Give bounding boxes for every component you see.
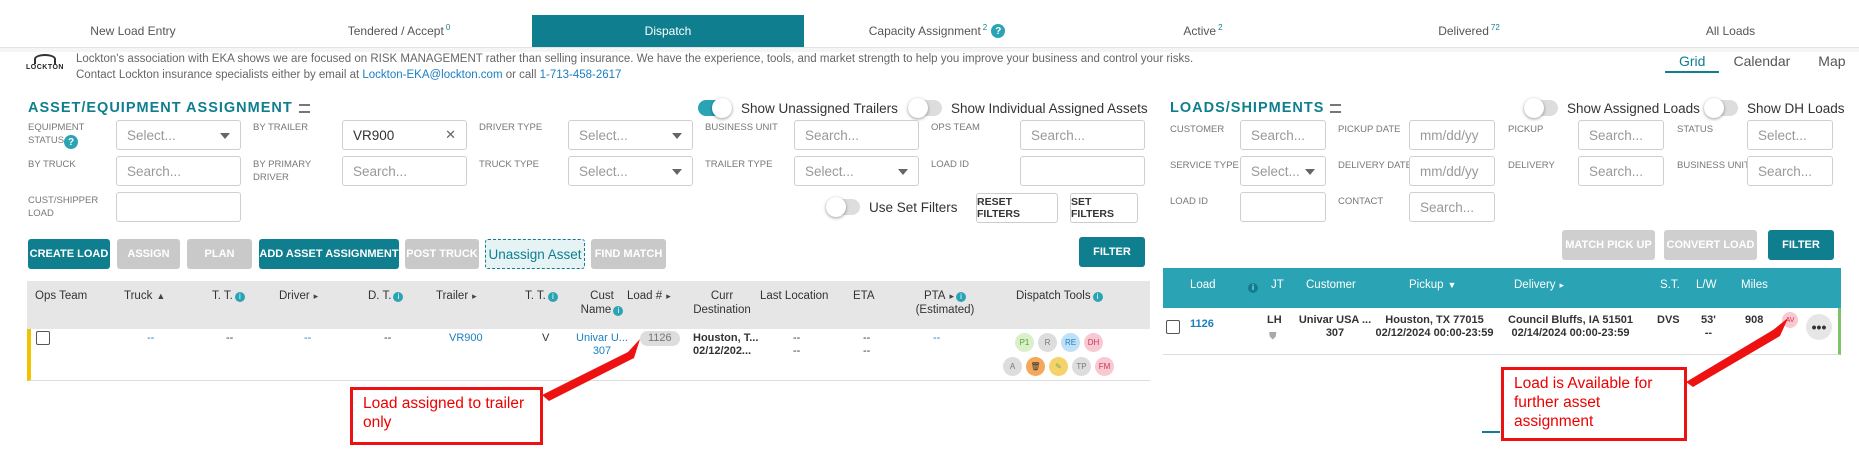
left-callout-arrow — [542, 339, 640, 401]
callout-load-available: Load is Available for further asset assi… — [1501, 367, 1687, 441]
callout-load-assigned-trailer: Load assigned to trailer only — [350, 387, 543, 445]
right-callout-arrow — [1686, 318, 1788, 387]
